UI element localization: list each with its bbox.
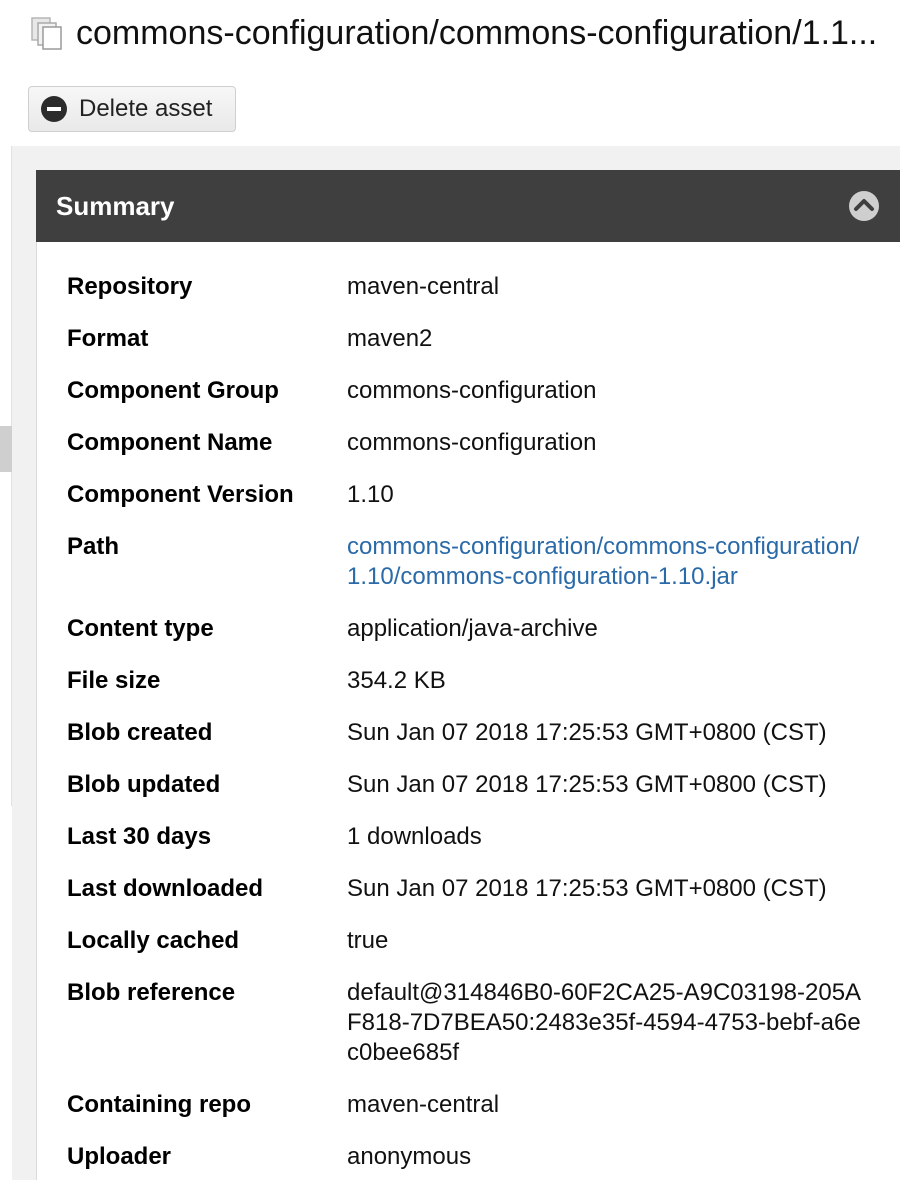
summary-row-label: Content type	[67, 615, 214, 642]
summary-row-value: anonymous	[347, 1143, 472, 1170]
summary-row: Blob updated Sun Jan 07 2018 17:25:53 GMT…	[67, 770, 897, 800]
title-bar: commons-configuration/commons-configurat…	[0, 0, 900, 70]
splitter-handle[interactable]	[0, 426, 12, 472]
asset-page: commons-configuration/commons-configurat…	[0, 0, 900, 1180]
chevron-up-icon[interactable]	[848, 190, 880, 222]
panel-divider	[11, 146, 12, 806]
summary-row: Locally cached true	[67, 926, 897, 956]
summary-row-value: maven-central	[347, 1091, 500, 1118]
minus-circle-icon	[41, 96, 67, 122]
summary-row: Blob created Sun Jan 07 2018 17:25:53 GMT…	[67, 718, 897, 748]
summary-row: Last downloaded Sun Jan 07 2018 17:25:53 …	[67, 874, 897, 904]
summary-row: Uploader anonymous	[67, 1142, 897, 1172]
summary-table: Repository maven-central Format maven2 Compo…	[67, 272, 897, 1180]
summary-row: Format maven2	[67, 324, 897, 354]
summary-row-value: maven-central	[347, 273, 500, 300]
summary-row-value: true	[347, 927, 389, 954]
summary-title: Summary	[56, 191, 175, 221]
summary-row-label: Repository	[67, 273, 193, 300]
summary-row-label: Uploader	[67, 1143, 172, 1170]
summary-row: Last 30 days 1 downloads	[67, 822, 897, 852]
summary-row: Blob reference default@314846B0-60F2CA25-…	[67, 978, 897, 1068]
summary-row-value: Sun Jan 07 2018 17:25:53 GMT+0800 (CST)	[347, 875, 827, 902]
documents-icon	[30, 16, 64, 50]
path-link[interactable]: commons-configuration/commons-configurat…	[347, 532, 867, 592]
summary-row: File size 354.2 KB	[67, 666, 897, 696]
summary-row-value: 1 downloads	[347, 823, 482, 850]
summary-header[interactable]: Summary	[36, 170, 900, 242]
summary-row-label: Path	[67, 533, 120, 560]
summary-row-value: Sun Jan 07 2018 17:25:53 GMT+0800 (CST)	[347, 771, 827, 798]
summary-row-label: Component Name	[67, 429, 273, 456]
summary-row-label: Format	[67, 325, 149, 352]
summary-row-label: Last downloaded	[67, 875, 264, 902]
summary-row-label: Blob updated	[67, 771, 221, 798]
summary-row-value: 354.2 KB	[347, 667, 446, 694]
summary-row: Content type application/java-archive	[67, 614, 897, 644]
delete-asset-label: Delete asset	[79, 95, 213, 122]
summary-row: Repository maven-central	[67, 272, 897, 302]
summary-row: Component Group commons-configuration	[67, 376, 897, 406]
summary-row: Path commons-configuration/commons-config…	[67, 532, 897, 592]
summary-row-value: default@314846B0-60F2CA25-A9C03198-205AF…	[347, 979, 862, 1066]
summary-row-value: 1.10	[347, 481, 394, 508]
summary-row-label: Component Group	[67, 377, 279, 404]
summary-row-label: Blob created	[67, 719, 213, 746]
summary-row-label: Locally cached	[67, 927, 240, 954]
summary-row-label: Last 30 days	[67, 823, 212, 850]
summary-row-value: commons-configuration	[347, 377, 597, 404]
page-title: commons-configuration/commons-configurat…	[76, 14, 878, 52]
delete-asset-button[interactable]: Delete asset	[28, 86, 236, 132]
summary-row-label: File size	[67, 667, 161, 694]
summary-row: Containing repo maven-central	[67, 1090, 897, 1120]
summary-row: Component Version 1.10	[67, 480, 897, 510]
summary-row-value: Sun Jan 07 2018 17:25:53 GMT+0800 (CST)	[347, 719, 827, 746]
summary-row: Component Name commons-configuration	[67, 428, 897, 458]
summary-row-value: maven2	[347, 325, 433, 352]
summary-row-label: Containing repo	[67, 1091, 251, 1118]
summary-row-label: Component Version	[67, 481, 294, 508]
summary-body: Repository maven-central Format maven2 Compo…	[36, 242, 900, 1180]
summary-row-value: commons-configuration	[347, 429, 597, 456]
summary-row-value: application/java-archive	[347, 615, 598, 642]
summary-row-label: Blob reference	[67, 979, 236, 1006]
